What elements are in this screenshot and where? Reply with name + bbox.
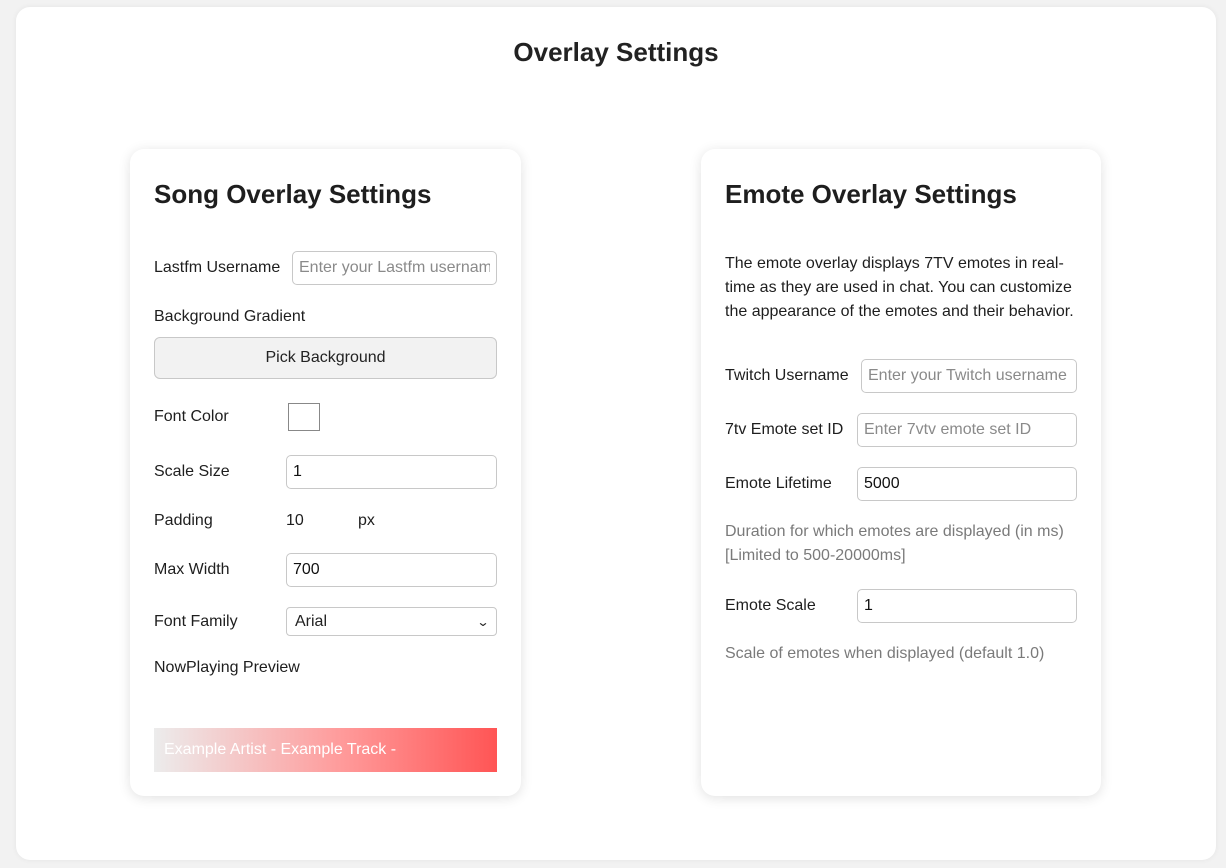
padding-input[interactable]: 10: [286, 512, 304, 530]
pick-background-button[interactable]: Pick Background: [154, 337, 497, 379]
scale-size-input[interactable]: [286, 455, 497, 489]
emote-lifetime-label: Emote Lifetime: [725, 475, 832, 492]
emote-scale-label: Emote Scale: [725, 597, 816, 614]
font-family-select[interactable]: Arial ⌄: [286, 607, 497, 636]
padding-unit: px: [358, 512, 375, 529]
font-family-label: Font Family: [154, 613, 238, 630]
emote-scale-input[interactable]: [857, 589, 1077, 623]
chevron-down-icon: ⌄: [476, 614, 490, 629]
emote-lifetime-hint: Duration for which emotes are displayed …: [725, 523, 1064, 564]
emote-set-id-label: 7tv Emote set ID: [725, 421, 844, 438]
twitch-username-input[interactable]: [861, 359, 1077, 393]
background-gradient-label: Background Gradient: [154, 308, 306, 325]
emote-lifetime-input[interactable]: [857, 467, 1077, 501]
lastfm-username-label: Lastfm Username: [154, 259, 281, 276]
padding-label: Padding: [154, 512, 213, 529]
font-family-value: Arial: [295, 612, 328, 630]
max-width-input[interactable]: [286, 553, 497, 587]
song-overlay-card: Song Overlay Settings Lastfm Username Ba…: [130, 149, 521, 796]
max-width-label: Max Width: [154, 561, 230, 578]
scale-size-label: Scale Size: [154, 463, 230, 480]
emote-overlay-title: Emote Overlay Settings: [725, 179, 1017, 209]
nowplaying-preview: Example Artist - Example Track -: [154, 728, 497, 772]
twitch-username-label: Twitch Username: [725, 367, 849, 384]
lastfm-username-input[interactable]: [292, 251, 497, 285]
settings-container: Overlay Settings Song Overlay Settings L…: [16, 7, 1216, 860]
nowplaying-preview-label: NowPlaying Preview: [154, 659, 300, 676]
emote-overlay-description: The emote overlay displays 7TV emotes in…: [725, 255, 1074, 320]
font-color-picker[interactable]: [288, 403, 320, 431]
emote-set-id-input[interactable]: [857, 413, 1077, 447]
song-overlay-title: Song Overlay Settings: [154, 179, 432, 209]
preview-text: Example Artist - Example Track -: [164, 741, 397, 758]
emote-scale-hint: Scale of emotes when displayed (default …: [725, 645, 1045, 662]
page-title: Overlay Settings: [513, 37, 719, 67]
font-color-label: Font Color: [154, 408, 229, 425]
emote-overlay-card: Emote Overlay Settings The emote overlay…: [701, 149, 1101, 796]
